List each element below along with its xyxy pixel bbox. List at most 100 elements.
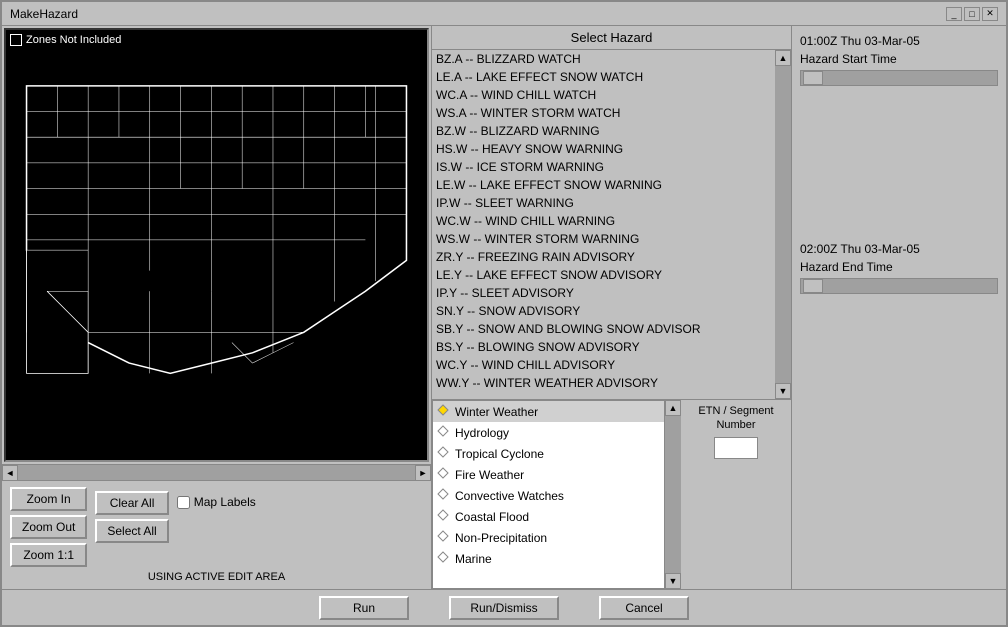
hazard-list-item[interactable]: HS.W -- HEAVY SNOW WARNING <box>432 140 775 158</box>
controls-layout: Zoom In Zoom Out Zoom 1:1 Clear All Sele… <box>10 487 423 567</box>
category-row-container: Winter Weather Hydrology Tropical Cyclone F… <box>432 400 791 589</box>
title-bar: MakeHazard _ □ ✕ <box>2 2 1006 26</box>
hazard-list[interactable]: BZ.A -- BLIZZARD WATCHLE.A -- LAKE EFFEC… <box>432 50 775 399</box>
category-item-label: Convective Watches <box>455 489 564 503</box>
map-labels-checkbox[interactable] <box>177 496 190 509</box>
hazard-list-item[interactable]: SN.Y -- SNOW ADVISORY <box>432 302 775 320</box>
hazard-list-item[interactable]: IS.W -- ICE STORM WARNING <box>432 158 775 176</box>
hazard-list-item[interactable]: IP.Y -- SLEET ADVISORY <box>432 284 775 302</box>
etn-area: ETN / Segment Number <box>681 400 791 589</box>
run-button[interactable]: Run <box>319 596 409 620</box>
spacer <box>800 94 998 234</box>
zoom-1-1-button[interactable]: Zoom 1:1 <box>10 543 87 567</box>
category-scrollbar: ▲ ▼ <box>665 400 681 589</box>
end-time-value: 02:00Z Thu 03-Mar-05 <box>800 242 998 256</box>
zoom-in-button[interactable]: Zoom In <box>10 487 87 511</box>
zoom-controls: Zoom In Zoom Out Zoom 1:1 <box>10 487 87 567</box>
hazard-list-item[interactable]: WC.A -- WIND CHILL WATCH <box>432 86 775 104</box>
category-item-label: Winter Weather <box>455 405 538 419</box>
category-item-label: Non-Precipitation <box>455 531 547 545</box>
cat-scroll-down[interactable]: ▼ <box>665 573 681 589</box>
end-time-slider[interactable] <box>800 278 998 294</box>
category-list-item[interactable]: Tropical Cyclone <box>433 443 664 464</box>
hazard-list-item[interactable]: SB.Y -- SNOW AND BLOWING SNOW ADVISOR <box>432 320 775 338</box>
hazard-list-item[interactable]: WC.Y -- WIND CHILL ADVISORY <box>432 356 775 374</box>
scroll-left-arrow[interactable]: ◄ <box>2 465 18 481</box>
scroll-up-arrow[interactable]: ▲ <box>775 50 791 66</box>
start-time-label: Hazard Start Time <box>800 52 998 66</box>
category-diamond-icon <box>437 530 449 545</box>
clear-all-button[interactable]: Clear All <box>95 491 168 515</box>
category-list-item[interactable]: Non-Precipitation <box>433 527 664 548</box>
v-scrollbar: ▲ ▼ <box>775 50 791 399</box>
category-diamond-icon <box>437 467 449 482</box>
zones-label: Zones Not Included <box>26 34 121 46</box>
cat-scroll-up[interactable]: ▲ <box>665 400 681 416</box>
hazard-list-item[interactable]: BZ.W -- BLIZZARD WARNING <box>432 122 775 140</box>
hazard-list-item[interactable]: WS.A -- WINTER STORM WATCH <box>432 104 775 122</box>
run-dismiss-button[interactable]: Run/Dismiss <box>449 596 559 620</box>
category-section: Winter Weather Hydrology Tropical Cyclone F… <box>432 399 791 589</box>
zoom-out-button[interactable]: Zoom Out <box>10 515 87 539</box>
map-section: Zones Not Included <box>2 26 431 464</box>
close-button[interactable]: ✕ <box>982 7 998 21</box>
category-diamond-icon <box>437 551 449 566</box>
end-time-section: 02:00Z Thu 03-Mar-05 Hazard End Time <box>800 242 998 294</box>
etn-label: ETN / Segment Number <box>685 404 787 433</box>
end-slider-thumb[interactable] <box>803 279 823 293</box>
select-controls: Clear All Select All <box>95 491 168 543</box>
hazard-list-item[interactable]: BS.Y -- BLOWING SNOW ADVISORY <box>432 338 775 356</box>
category-list-item[interactable]: Marine <box>433 548 664 569</box>
hazard-list-item[interactable]: LE.W -- LAKE EFFECT SNOW WARNING <box>432 176 775 194</box>
category-list-item[interactable]: Hydrology <box>433 422 664 443</box>
category-item-label: Marine <box>455 552 492 566</box>
select-all-button[interactable]: Select All <box>95 519 168 543</box>
zones-checkbox[interactable] <box>10 34 22 46</box>
main-window: MakeHazard _ □ ✕ Zones Not Included <box>0 0 1008 627</box>
start-slider-thumb[interactable] <box>803 71 823 85</box>
bottom-bar: Run Run/Dismiss Cancel <box>2 589 1006 625</box>
h-scrollbar[interactable]: ◄ ► <box>2 464 431 480</box>
middle-panel: Select Hazard BZ.A -- BLIZZARD WATCHLE.A… <box>432 26 792 589</box>
category-diamond-icon <box>437 446 449 461</box>
hazard-list-item[interactable]: LE.Y -- LAKE EFFECT SNOW ADVISORY <box>432 266 775 284</box>
hazard-panel-title: Select Hazard <box>432 26 791 50</box>
status-text: USING ACTIVE EDIT AREA <box>10 571 423 583</box>
hazard-list-item[interactable]: WC.W -- WIND CHILL WARNING <box>432 212 775 230</box>
category-diamond-icon <box>437 488 449 503</box>
hazard-list-item[interactable]: BZ.A -- BLIZZARD WATCH <box>432 50 775 68</box>
etn-input[interactable] <box>714 437 758 459</box>
map-frame: Zones Not Included <box>4 28 429 462</box>
start-time-value: 01:00Z Thu 03-Mar-05 <box>800 34 998 48</box>
hazard-list-item[interactable]: LE.A -- LAKE EFFECT SNOW WATCH <box>432 68 775 86</box>
hazard-list-container: BZ.A -- BLIZZARD WATCHLE.A -- LAKE EFFEC… <box>432 50 791 399</box>
scroll-down-arrow[interactable]: ▼ <box>775 383 791 399</box>
minimize-button[interactable]: _ <box>946 7 962 21</box>
start-time-slider[interactable] <box>800 70 998 86</box>
scroll-right-arrow[interactable]: ► <box>415 465 431 481</box>
map-svg[interactable] <box>6 30 427 460</box>
maximize-button[interactable]: □ <box>964 7 980 21</box>
hazard-list-item[interactable]: WW.Y -- WINTER WEATHER ADVISORY <box>432 374 775 392</box>
category-list-item[interactable]: Winter Weather <box>433 401 664 422</box>
category-item-label: Tropical Cyclone <box>455 447 544 461</box>
hazard-list-item[interactable]: IP.W -- SLEET WARNING <box>432 194 775 212</box>
category-list[interactable]: Winter Weather Hydrology Tropical Cyclone F… <box>432 400 665 589</box>
cat-scroll-track[interactable] <box>665 416 681 573</box>
spacer2 <box>800 302 998 581</box>
cancel-button[interactable]: Cancel <box>599 596 689 620</box>
hazard-list-item[interactable]: ZR.Y -- FREEZING RAIN ADVISORY <box>432 248 775 266</box>
h-scroll-track[interactable] <box>18 465 415 481</box>
category-diamond-icon <box>437 404 449 419</box>
map-labels-label: Map Labels <box>177 495 256 509</box>
left-panel: Zones Not Included <box>2 26 432 589</box>
hazard-list-item[interactable]: WS.W -- WINTER STORM WARNING <box>432 230 775 248</box>
category-list-item[interactable]: Fire Weather <box>433 464 664 485</box>
category-list-item[interactable]: Coastal Flood <box>433 506 664 527</box>
start-time-section: 01:00Z Thu 03-Mar-05 Hazard Start Time <box>800 34 998 86</box>
category-diamond-icon <box>437 425 449 440</box>
category-item-label: Coastal Flood <box>455 510 529 524</box>
category-list-item[interactable]: Convective Watches <box>433 485 664 506</box>
v-scroll-track[interactable] <box>775 66 791 383</box>
window-title: MakeHazard <box>10 7 78 21</box>
